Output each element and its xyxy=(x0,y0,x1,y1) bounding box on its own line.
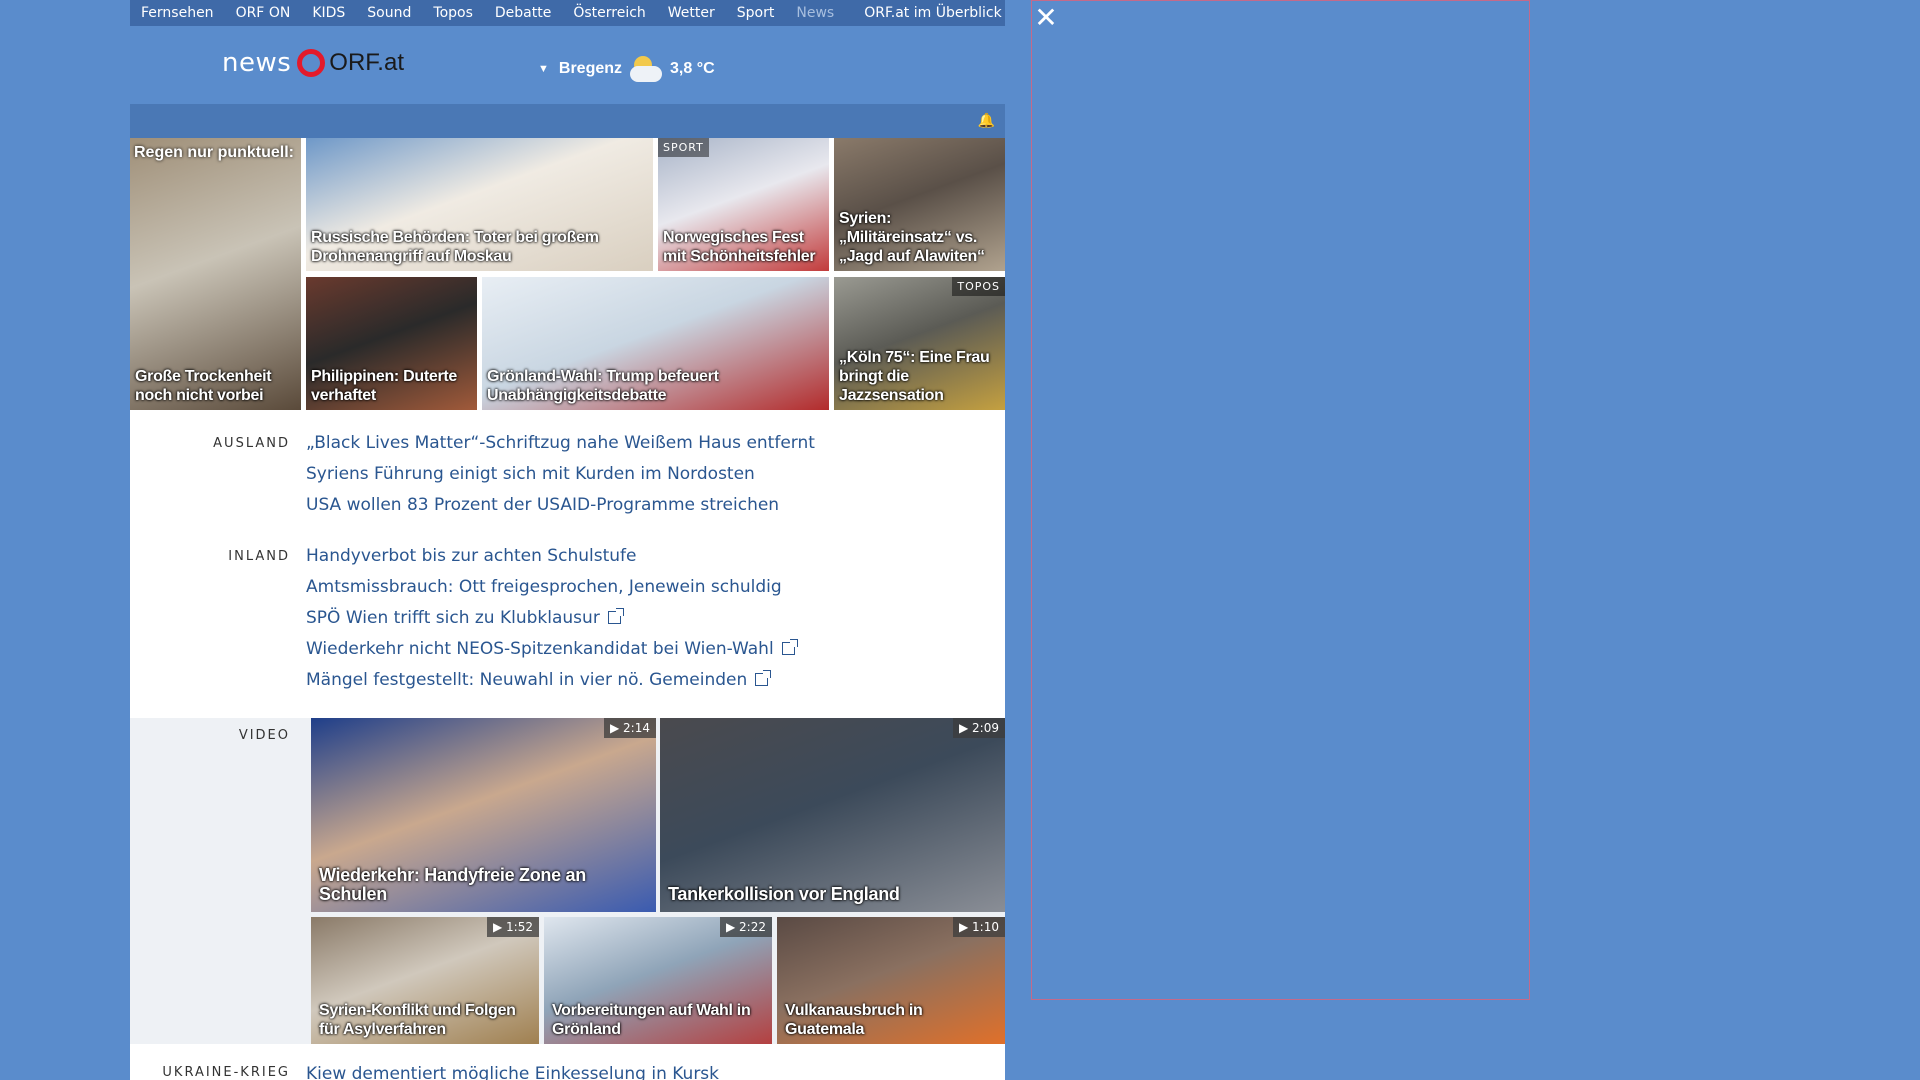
headline-list: „Black Lives Matter“-Schriftzug nahe Wei… xyxy=(306,428,815,521)
nav-item-kids[interactable]: KIDS xyxy=(301,5,356,21)
story-tile[interactable]: SPORT Norwegisches Fest mit Schönheitsfe… xyxy=(658,138,829,271)
story-tile[interactable]: Syrien: „Militäreinsatz“ vs. „Jagd auf A… xyxy=(834,138,1005,271)
story-title: Russische Behörden: Toter bei großem Dro… xyxy=(311,229,599,265)
nav-item-sound[interactable]: Sound xyxy=(356,5,422,21)
video-section: VIDEO ▶ 2:14 Wiederkehr: Handyfreie Zone… xyxy=(130,718,1005,1044)
video-duration: ▶ 2:14 xyxy=(604,718,656,738)
headline-link[interactable]: Kiew dementiert mögliche Einkesselung in… xyxy=(306,1059,719,1080)
story-tile[interactable]: Philippinen: Duterte verhaftet xyxy=(306,277,477,410)
video-title: Wiederkehr: Handyfreie Zone an Schulen xyxy=(319,865,586,904)
story-title: „Köln 75“: Eine Frau bringt die Jazzsens… xyxy=(839,349,990,404)
overlay-frame xyxy=(1031,0,1530,1000)
nav-item-wetter[interactable]: Wetter xyxy=(657,5,726,21)
section-label: INLAND xyxy=(228,549,290,564)
video-tile[interactable]: ▶ 1:10 Vulkanausbruch in Guatemala xyxy=(777,917,1005,1044)
category-tag: SPORT xyxy=(658,138,709,157)
external-link-icon xyxy=(781,639,798,655)
video-tile[interactable]: ▶ 2:22 Vorbereitungen auf Wahl in Grönla… xyxy=(544,917,772,1044)
video-duration: ▶ 2:22 xyxy=(720,917,772,937)
dropdown-triangle-icon: ▼ xyxy=(538,63,549,75)
nav-item-sport[interactable]: Sport xyxy=(726,5,786,21)
video-tile[interactable]: ▶ 2:09 Tankerkollision vor England xyxy=(660,718,1005,912)
section-label: UKRAINE-KRIEG xyxy=(162,1065,290,1080)
headline-link[interactable]: Amtsmissbrauch: Ott freigesprochen, Jene… xyxy=(306,572,795,603)
nav-item-debatte[interactable]: Debatte xyxy=(484,5,562,21)
headline-link[interactable]: Syriens Führung einigt sich mit Kurden i… xyxy=(306,459,815,490)
video-title: Vulkanausbruch in Guatemala xyxy=(785,1002,923,1038)
headline-link[interactable]: Wiederkehr nicht NEOS-Spitzenkandidat be… xyxy=(306,634,798,665)
section-label: AUSLAND xyxy=(213,436,290,451)
logo-news-text: news xyxy=(222,48,292,78)
nav-item-news[interactable]: News xyxy=(785,5,845,21)
main-content: Regen nur punktuell: Große Trockenheit n… xyxy=(130,138,1005,1080)
story-title: Große Trockenheit noch nicht vorbei xyxy=(135,368,272,404)
nav-item-topos[interactable]: Topos xyxy=(422,5,483,21)
weather-widget[interactable]: ▼ Bregenz 3,8 °C xyxy=(538,54,715,84)
category-tag: TOPOS xyxy=(952,277,1005,296)
story-title: Philippinen: Duterte verhaftet xyxy=(311,368,458,404)
site-logo[interactable]: news ORF.at xyxy=(222,48,404,78)
weather-temperature: 3,8 °C xyxy=(670,60,715,77)
story-tile[interactable]: Grönland-Wahl: Trump befeuert Unabhängig… xyxy=(482,277,829,410)
nav-item-oesterreich[interactable]: Österreich xyxy=(562,5,656,21)
story-tile[interactable]: Russische Behörden: Toter bei großem Dro… xyxy=(306,138,653,271)
headline-list: Handyverbot bis zur achten Schulstufe Am… xyxy=(306,541,798,696)
story-tile[interactable]: TOPOS „Köln 75“: Eine Frau bringt die Ja… xyxy=(834,277,1005,410)
section-ukraine-krieg: UKRAINE-KRIEG Kiew dementiert mögliche E… xyxy=(130,1055,1005,1080)
headline-link[interactable]: Mängel festgestellt: Neuwahl in vier nö.… xyxy=(306,665,795,696)
section-inland: INLAND Handyverbot bis zur achten Schuls… xyxy=(130,541,1005,711)
top-navigation: Fernsehen ORF ON KIDS Sound Topos Debatt… xyxy=(130,0,1005,26)
headline-link[interactable]: SPÖ Wien trifft sich zu Klubklausur xyxy=(306,603,795,634)
headline-link[interactable]: „Black Lives Matter“-Schriftzug nahe Wei… xyxy=(306,428,815,459)
video-duration: ▶ 1:52 xyxy=(487,917,539,937)
headline-link[interactable]: Handyverbot bis zur achten Schulstufe xyxy=(306,541,795,572)
video-title: Syrien-Konflikt und Folgen für Asylverfa… xyxy=(319,1002,516,1038)
header-bar: 🔔 xyxy=(130,104,1005,138)
external-link-icon xyxy=(607,608,624,624)
video-title: Vorbereitungen auf Wahl in Grönland xyxy=(552,1002,751,1038)
headline-list: Kiew dementiert mögliche Einkesselung in… xyxy=(306,1059,719,1080)
headline-link[interactable]: USA wollen 83 Prozent der USAID-Programm… xyxy=(306,490,815,521)
external-link-icon xyxy=(755,670,772,686)
weather-location: Bregenz xyxy=(558,60,623,77)
story-overline: Regen nur punktuell: xyxy=(134,144,294,161)
video-duration: ▶ 1:10 xyxy=(953,917,1005,937)
nav-item-fernsehen[interactable]: Fernsehen xyxy=(130,5,225,21)
nav-item-orf-on[interactable]: ORF ON xyxy=(225,5,302,21)
nav-overview-link[interactable]: ORF.at im Überblick xyxy=(853,5,1012,21)
partly-cloudy-icon xyxy=(628,54,664,84)
logo-orf-text: ORF.at xyxy=(329,49,404,76)
story-title: Syrien: „Militäreinsatz“ vs. „Jagd auf A… xyxy=(839,210,985,265)
story-title: Grönland-Wahl: Trump befeuert Unabhängig… xyxy=(487,368,719,404)
story-title: Norwegisches Fest mit Schönheitsfehler xyxy=(663,229,816,265)
video-tile[interactable]: ▶ 1:52 Syrien-Konflikt und Folgen für As… xyxy=(311,917,539,1044)
video-tile[interactable]: ▶ 2:14 Wiederkehr: Handyfreie Zone an Sc… xyxy=(311,718,656,912)
section-ausland: AUSLAND „Black Lives Matter“-Schriftzug … xyxy=(130,428,1005,538)
section-label: VIDEO xyxy=(238,728,290,743)
story-tile[interactable]: Regen nur punktuell: Große Trockenheit n… xyxy=(130,138,301,410)
close-icon[interactable]: ✕ xyxy=(1034,4,1058,32)
orf-ring-icon xyxy=(297,49,326,77)
video-duration: ▶ 2:09 xyxy=(953,718,1005,738)
bell-icon[interactable]: 🔔 xyxy=(978,113,995,129)
video-title: Tankerkollision vor England xyxy=(668,884,900,904)
